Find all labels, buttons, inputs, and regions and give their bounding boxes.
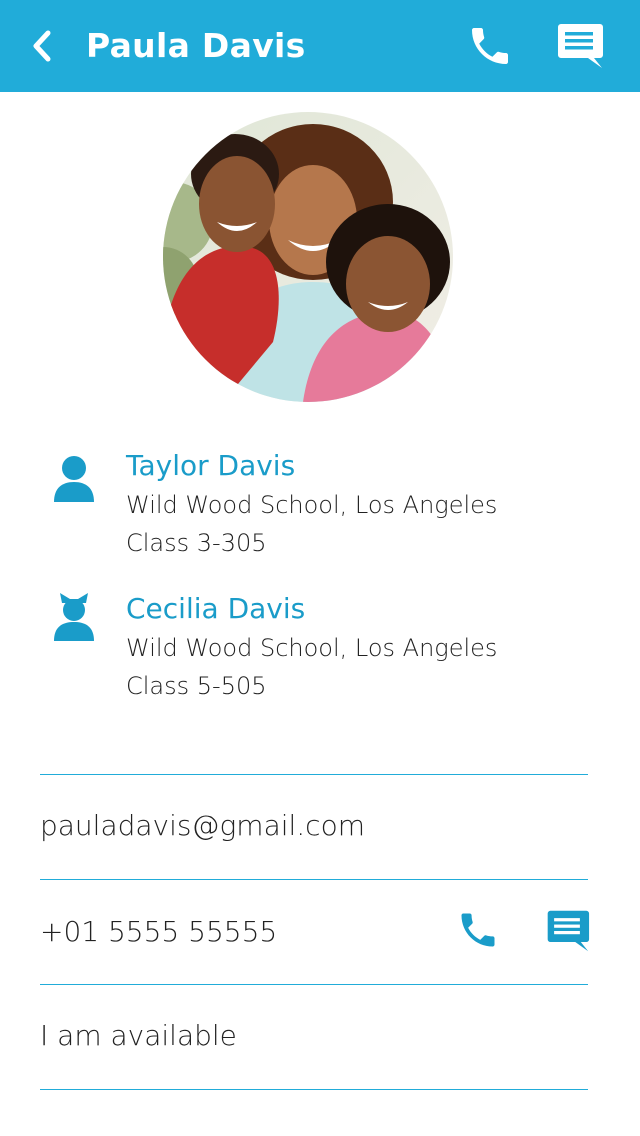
phone-number-text[interactable]: +01 5555 55555 <box>40 912 277 952</box>
child-name[interactable]: Cecilia Davis <box>126 591 305 627</box>
email-text[interactable]: pauladavis@gmail.com <box>40 806 365 846</box>
child-school: Wild Wood School, Los Angeles <box>126 634 498 662</box>
girl-icon <box>54 593 94 641</box>
family-photo <box>163 112 453 402</box>
divider <box>40 879 588 880</box>
boy-icon <box>54 456 94 502</box>
message-button[interactable] <box>544 908 590 954</box>
divider <box>40 1089 588 1090</box>
child-class: Class 3-305 <box>126 529 267 557</box>
message-icon <box>547 910 590 952</box>
header-message-button[interactable] <box>554 22 604 70</box>
child-item[interactable]: Cecilia Davis Wild Wood School, Los Ange… <box>0 591 640 711</box>
header-bar: Paula Davis <box>0 0 640 92</box>
child-item[interactable]: Taylor Davis Wild Wood School, Los Angel… <box>0 448 640 568</box>
chevron-left-icon <box>33 30 51 62</box>
back-button[interactable] <box>22 22 62 70</box>
child-school: Wild Wood School, Los Angeles <box>126 491 498 519</box>
divider <box>40 774 588 775</box>
profile-photo <box>163 112 453 402</box>
phone-icon <box>472 28 508 64</box>
child-name[interactable]: Taylor Davis <box>126 448 295 484</box>
page-title: Paula Davis <box>86 26 306 65</box>
phone-icon <box>461 913 495 947</box>
message-icon <box>558 24 603 68</box>
header-call-button[interactable] <box>466 22 514 70</box>
child-class: Class 5-505 <box>126 672 267 700</box>
divider <box>40 984 588 985</box>
call-button[interactable] <box>456 908 500 952</box>
contact-detail-screen: Paula Davis Taylor Davis Wild Wood Schoo… <box>0 0 640 1136</box>
status-text[interactable]: I am available <box>40 1016 237 1056</box>
